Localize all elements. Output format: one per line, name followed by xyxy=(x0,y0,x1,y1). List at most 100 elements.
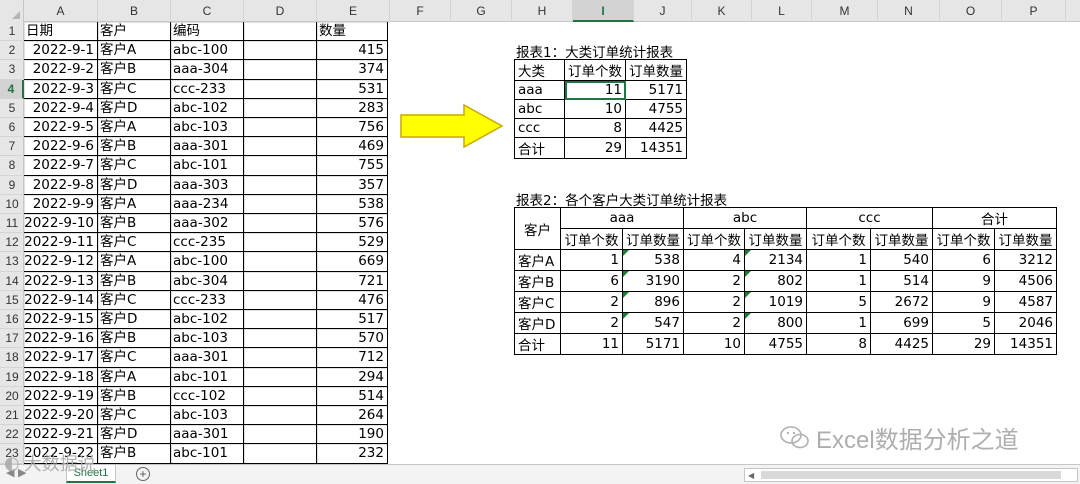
report2-subheader[interactable]: 订单个数 xyxy=(560,228,623,250)
cell-customer[interactable]: 客户C xyxy=(98,406,171,425)
cell-qty[interactable]: 721 xyxy=(317,272,388,291)
report1-header[interactable]: 大类 xyxy=(514,59,565,81)
cell-date[interactable]: 2022-9-7 xyxy=(24,156,98,175)
report2-subheader[interactable]: 订单数量 xyxy=(744,228,807,250)
column-header-j[interactable]: J xyxy=(634,0,692,22)
cell-qty[interactable]: 531 xyxy=(317,80,388,99)
column-header-o[interactable]: O xyxy=(940,0,1002,22)
cell-code[interactable]: abc-102 xyxy=(171,99,244,118)
row-header-5[interactable]: 5 xyxy=(0,99,24,118)
cell-code[interactable]: abc-100 xyxy=(171,41,244,60)
cell-date[interactable]: 2022-9-19 xyxy=(24,387,98,406)
cell-date[interactable]: 2022-9-8 xyxy=(24,176,98,195)
cell-customer[interactable]: 客户D xyxy=(98,99,171,118)
cell-date[interactable]: 2022-9-13 xyxy=(24,272,98,291)
report2-value[interactable]: 1 xyxy=(560,249,623,271)
row-header-8[interactable]: 8 xyxy=(0,156,24,176)
cell-code[interactable]: abc-101 xyxy=(171,368,244,387)
cell-customer[interactable]: 客户D xyxy=(98,176,171,195)
report2-value[interactable]: 2672 xyxy=(870,291,933,313)
cell-code[interactable]: ccc-235 xyxy=(171,233,244,252)
row-header-17[interactable]: 17 xyxy=(0,329,24,349)
report2-value[interactable]: 699 xyxy=(870,312,933,334)
cell-customer[interactable]: 客户D xyxy=(98,310,171,329)
cell-customer[interactable]: 客户B xyxy=(98,444,171,463)
row-header-3[interactable]: 3 xyxy=(0,60,24,80)
report2-value[interactable]: 2 xyxy=(683,312,745,334)
report2-customer[interactable]: 合计 xyxy=(514,333,561,355)
row-header-11[interactable]: 11 xyxy=(0,214,24,234)
cell-customer[interactable]: 客户C xyxy=(98,291,171,310)
cell-qty[interactable]: 374 xyxy=(317,60,388,79)
report1-category[interactable]: abc xyxy=(514,99,565,119)
report2-value[interactable]: 514 xyxy=(870,270,933,292)
cell-date[interactable]: 2022-9-21 xyxy=(24,425,98,444)
report2-value[interactable]: 10 xyxy=(683,333,745,355)
column-header-f[interactable]: F xyxy=(390,0,451,22)
row-header-12[interactable]: 12 xyxy=(0,233,24,253)
cell-qty[interactable]: 669 xyxy=(317,252,388,271)
cell-date[interactable]: 2022-9-2 xyxy=(24,60,98,79)
report2-value[interactable]: 802 xyxy=(744,270,807,292)
cell-customer[interactable]: 客户D xyxy=(98,425,171,444)
cell-date[interactable]: 2022-9-12 xyxy=(24,252,98,271)
cell-qty[interactable]: 576 xyxy=(317,214,388,233)
column-header-i[interactable]: I xyxy=(573,0,634,22)
cell-customer[interactable]: 客户A xyxy=(98,195,171,214)
row-header-22[interactable]: 22 xyxy=(0,425,24,445)
cell-customer[interactable]: 客户C xyxy=(98,233,171,252)
row-header-16[interactable]: 16 xyxy=(0,310,24,330)
report2-subheader[interactable]: 订单数量 xyxy=(994,228,1057,250)
report2-value[interactable]: 6 xyxy=(560,270,623,292)
cell-code[interactable]: ccc-102 xyxy=(171,387,244,406)
report2-value[interactable]: 5171 xyxy=(622,333,684,355)
row-header-2[interactable]: 2 xyxy=(0,41,24,61)
report2-value[interactable]: 3212 xyxy=(994,249,1057,271)
report2-value[interactable]: 2134 xyxy=(744,249,807,271)
column-header-k[interactable]: K xyxy=(692,0,752,22)
cell-date[interactable]: 2022-9-20 xyxy=(24,406,98,425)
cell-qty[interactable]: 294 xyxy=(317,368,388,387)
cell-qty[interactable]: 538 xyxy=(317,195,388,214)
report1-category[interactable]: aaa xyxy=(514,80,565,100)
cell-code[interactable]: aaa-301 xyxy=(171,425,244,444)
report1-value[interactable]: 10 xyxy=(564,99,626,119)
row-header-18[interactable]: 18 xyxy=(0,348,24,368)
row-header-1[interactable]: 1 xyxy=(0,22,24,42)
report2-value[interactable]: 2 xyxy=(683,270,745,292)
cell-code[interactable]: aaa-302 xyxy=(171,214,244,233)
cell-customer[interactable]: 客户B xyxy=(98,137,171,156)
add-sheet-button[interactable]: + xyxy=(136,467,150,481)
report1-value[interactable]: 4755 xyxy=(625,99,687,119)
report2-value[interactable]: 896 xyxy=(622,291,684,313)
report2-value[interactable]: 1019 xyxy=(744,291,807,313)
column-header-g[interactable]: G xyxy=(451,0,512,22)
cell-date[interactable]: 2022-9-15 xyxy=(24,310,98,329)
cell-customer[interactable]: 客户B xyxy=(98,387,171,406)
report2-group-header[interactable]: abc xyxy=(683,207,807,229)
report2-value[interactable]: 11 xyxy=(560,333,623,355)
cell-date[interactable]: 2022-9-5 xyxy=(24,118,98,137)
report2-value[interactable]: 9 xyxy=(932,270,995,292)
cell-code[interactable]: abc-103 xyxy=(171,329,244,348)
cell-customer[interactable]: 客户B xyxy=(98,272,171,291)
column-header-p[interactable]: P xyxy=(1002,0,1066,22)
report2-value[interactable]: 538 xyxy=(622,249,684,271)
report2-value[interactable]: 4506 xyxy=(994,270,1057,292)
cell-code[interactable]: abc-101 xyxy=(171,156,244,175)
cell-code[interactable]: abc-304 xyxy=(171,272,244,291)
report1-category[interactable]: ccc xyxy=(514,118,565,138)
row-header-21[interactable]: 21 xyxy=(0,406,24,426)
cell-date[interactable]: 2022-9-17 xyxy=(24,348,98,367)
cell-date[interactable]: 2022-9-16 xyxy=(24,329,98,348)
cell-date[interactable]: 2022-9-6 xyxy=(24,137,98,156)
report2-value[interactable]: 2 xyxy=(560,312,623,334)
row-header-7[interactable]: 7 xyxy=(0,137,24,157)
column-header-a[interactable]: A xyxy=(24,0,98,22)
cell-date[interactable]: 2022-9-9 xyxy=(24,195,98,214)
cell-date[interactable]: 2022-9-14 xyxy=(24,291,98,310)
report2-customer[interactable]: 客户D xyxy=(514,312,561,334)
cell-qty[interactable]: 283 xyxy=(317,99,388,118)
row-header-10[interactable]: 10 xyxy=(0,195,24,214)
cell-date[interactable]: 2022-9-10 xyxy=(24,214,98,233)
